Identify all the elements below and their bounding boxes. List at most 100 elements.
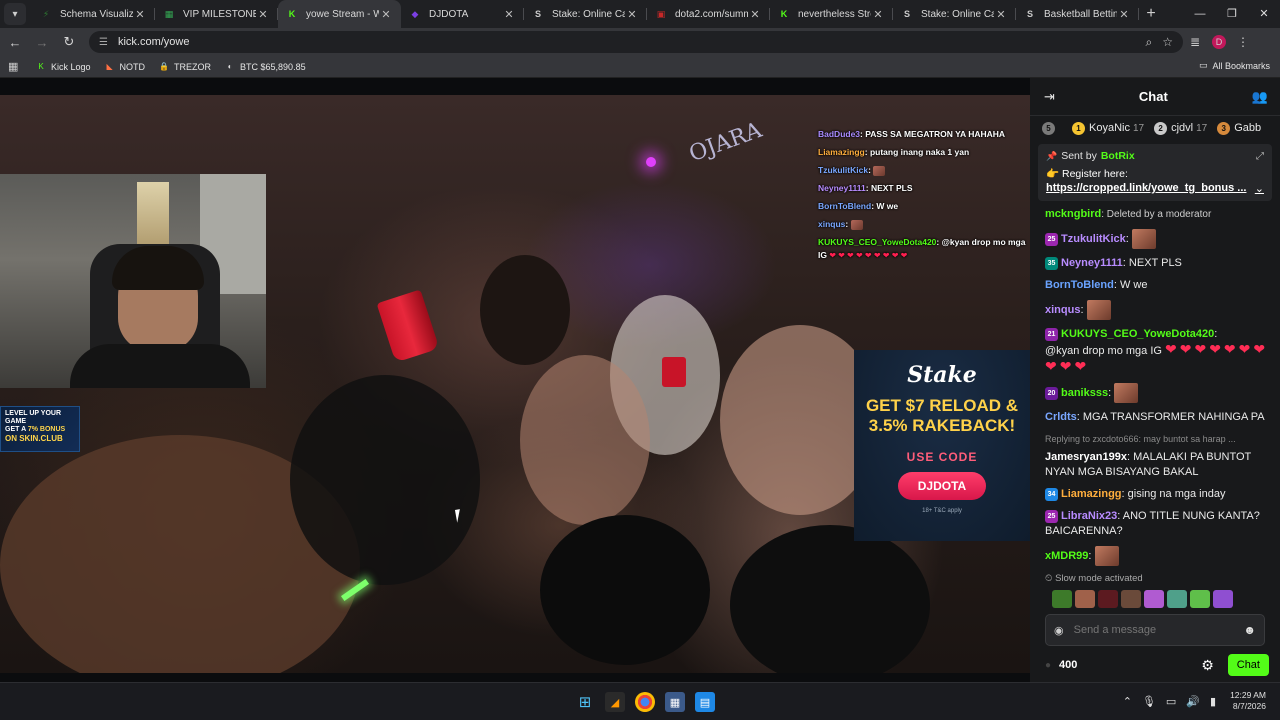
menu-icon[interactable]: ⋮ (1231, 35, 1255, 49)
skin-ad-line2-a: GET A (5, 426, 28, 433)
chat-username[interactable]: TzukulitKick (1061, 233, 1126, 245)
tab-close-icon[interactable]: ✕ (256, 8, 270, 21)
emote-icon[interactable] (1144, 590, 1164, 608)
btc-icon: ◐ (227, 62, 233, 71)
overlay-chat-message: xinqus: (818, 218, 1030, 231)
browser-tab[interactable]: ▦ VIP MILESTONE - Go✕ (155, 0, 278, 28)
unpin-icon[interactable]: ⤢ (1256, 151, 1264, 162)
taskbar-clock[interactable]: 12:29 AM 8/7/2026 (1230, 690, 1266, 712)
leaderboard-entry[interactable]: 1 KoyaNic 17 (1072, 121, 1144, 135)
chat-username[interactable]: Neyney1111 (1061, 257, 1123, 269)
site-info-icon[interactable]: ☰ (99, 37, 108, 48)
scene-person (480, 255, 570, 365)
chat-username[interactable]: Liamazingg (1061, 488, 1122, 500)
streamer-webcam (0, 174, 266, 388)
browser-tab[interactable]: ⚡ Schema Visualizer | D✕ (32, 0, 155, 28)
emote-icon[interactable] (1098, 590, 1118, 608)
minimize-button[interactable]: — (1184, 0, 1216, 28)
users-icon[interactable]: 👥 (1252, 89, 1268, 105)
forward-button[interactable]: → (30, 30, 54, 54)
tab-close-icon[interactable]: ✕ (748, 8, 762, 21)
tray-overflow-icon[interactable]: ⌃ (1123, 695, 1132, 708)
profile-avatar[interactable]: D (1212, 35, 1226, 49)
back-button[interactable]: ← (3, 30, 27, 54)
emote-icon[interactable] (1213, 590, 1233, 608)
reload-button[interactable]: ↻ (57, 30, 81, 54)
close-window-button[interactable]: ✕ (1248, 0, 1280, 28)
chat-message: mckngbird: Deleted by a moderator (1045, 207, 1270, 222)
browser-tab[interactable]: S Stake: Online Casino✕ (524, 0, 647, 28)
mouse-cursor (454, 508, 468, 523)
browser-tab[interactable]: ▣ dota2.com/summers✕ (647, 0, 770, 28)
send-message-input[interactable] (1073, 624, 1244, 636)
all-bookmarks-label: All Bookmarks (1212, 60, 1270, 71)
leaderboard-entry[interactable]: 5 (1042, 121, 1062, 135)
tab-close-icon[interactable]: ✕ (502, 8, 516, 21)
tab-close-icon[interactable]: ✕ (994, 8, 1008, 21)
chat-username[interactable]: BornToBlend (1045, 279, 1114, 291)
browser-tab[interactable]: Knevertheless Stream✕ (770, 0, 893, 28)
chat-username[interactable]: baniksss (1061, 387, 1108, 399)
address-bar[interactable]: ☰ kick.com/yowe ⌕ ☆ (89, 31, 1183, 53)
collapse-chat-icon[interactable]: ⇥ (1044, 89, 1055, 105)
clock-time: 12:29 AM (1230, 690, 1266, 700)
emote-icon[interactable] (1167, 590, 1187, 608)
chat-username[interactable]: LibraNix23 (1061, 510, 1117, 522)
chrome-app-icon[interactable] (635, 692, 655, 712)
microphone-icon[interactable]: 🎙 (1142, 695, 1156, 708)
browser-tab[interactable]: Kyowe Stream - W ✕ (278, 0, 401, 28)
calculator-app-icon[interactable]: ▦ (665, 692, 685, 712)
tab-close-icon[interactable]: ✕ (133, 8, 147, 21)
leaderboard-entry[interactable]: 3 Gabb (1217, 121, 1264, 135)
terminal-app-icon[interactable]: ◢ (605, 692, 625, 712)
chat-input-box[interactable]: ◉ ☻ (1045, 614, 1265, 646)
chat-settings-icon[interactable]: ◉ (1054, 624, 1064, 637)
address-url[interactable]: kick.com/yowe (118, 36, 1136, 48)
send-chat-button[interactable]: Chat (1227, 654, 1269, 676)
volume-icon[interactable]: 🔊 (1186, 695, 1200, 708)
bookmark-item[interactable]: K Kick Logo (36, 62, 90, 72)
chat-username[interactable]: Crldts (1045, 411, 1077, 423)
chat-message: xinqus: (1045, 300, 1270, 320)
maximize-button[interactable]: ❐ (1216, 0, 1248, 28)
emote-icon[interactable] (1052, 590, 1072, 608)
battery-icon[interactable]: ▮ (1210, 695, 1216, 708)
media-controls-icon[interactable]: ≣ (1183, 35, 1207, 49)
new-tab-button[interactable]: + (1139, 5, 1163, 23)
bookmark-star-icon[interactable]: ☆ (1162, 35, 1173, 49)
leaderboard-name: cjdvl (1171, 122, 1194, 134)
tab-close-icon[interactable]: ✕ (1117, 8, 1131, 21)
windows-start-icon[interactable]: ⊞ (575, 692, 595, 712)
chat-username[interactable]: KUKUYS_CEO_YoweDota420 (1061, 328, 1214, 340)
gear-icon[interactable]: ⚙ (1201, 657, 1214, 674)
expand-chevron-icon[interactable]: ⌄ (1255, 182, 1264, 195)
browser-tab[interactable]: S Stake: Online Casino✕ (893, 0, 1016, 28)
emote-icon[interactable] (1121, 590, 1141, 608)
bookmark-item[interactable]: ◣ NOTD (105, 62, 145, 72)
leaderboard-entry[interactable]: 2 cjdvl 17 (1154, 121, 1207, 135)
browser-tab[interactable]: S Basketball Betting &✕ (1016, 0, 1139, 28)
tab-close-icon[interactable]: ✕ (871, 8, 885, 21)
tab-search-button[interactable]: ▾ (4, 3, 26, 25)
emote-icon[interactable] (1075, 590, 1095, 608)
tab-close-icon[interactable]: ✕ (379, 8, 393, 21)
chat-username[interactable]: xinqus (1045, 304, 1080, 316)
bookmark-item[interactable]: 🔒 TREZOR (159, 62, 211, 72)
chat-username[interactable]: xMDR99 (1045, 550, 1088, 562)
tab-close-icon[interactable]: ✕ (625, 8, 639, 21)
browser-tab[interactable]: ◆ DJDOTA ✕ (401, 0, 524, 28)
emoji-icon[interactable]: ☻ (1243, 623, 1256, 637)
chat-username[interactable]: Jamesryan199x (1045, 451, 1127, 463)
pinned-link-row: https://cropped.link/yowe_tg_bonus ... ⌄ (1046, 182, 1264, 195)
bookmarks-bar: ▦ K Kick Logo ◣ NOTD 🔒 TREZOR ◐ BTC $65,890.85 … (0, 56, 1280, 78)
apps-grid-icon[interactable]: ▦ (8, 60, 22, 73)
network-icon[interactable]: ▭ (1166, 695, 1176, 708)
pinned-link[interactable]: https://cropped.link/yowe_tg_bonus ... (1046, 182, 1246, 195)
emote-icon[interactable] (1190, 590, 1210, 608)
overlay-emote (850, 219, 863, 230)
bookmark-item[interactable]: ◐ BTC $65,890.85 (225, 62, 306, 72)
notepad-app-icon[interactable]: ▤ (695, 692, 715, 712)
zoom-icon[interactable]: ⌕ (1146, 35, 1153, 50)
all-bookmarks[interactable]: ▭ All Bookmarks (1199, 60, 1270, 71)
chat-username[interactable]: mckngbird (1045, 208, 1101, 220)
